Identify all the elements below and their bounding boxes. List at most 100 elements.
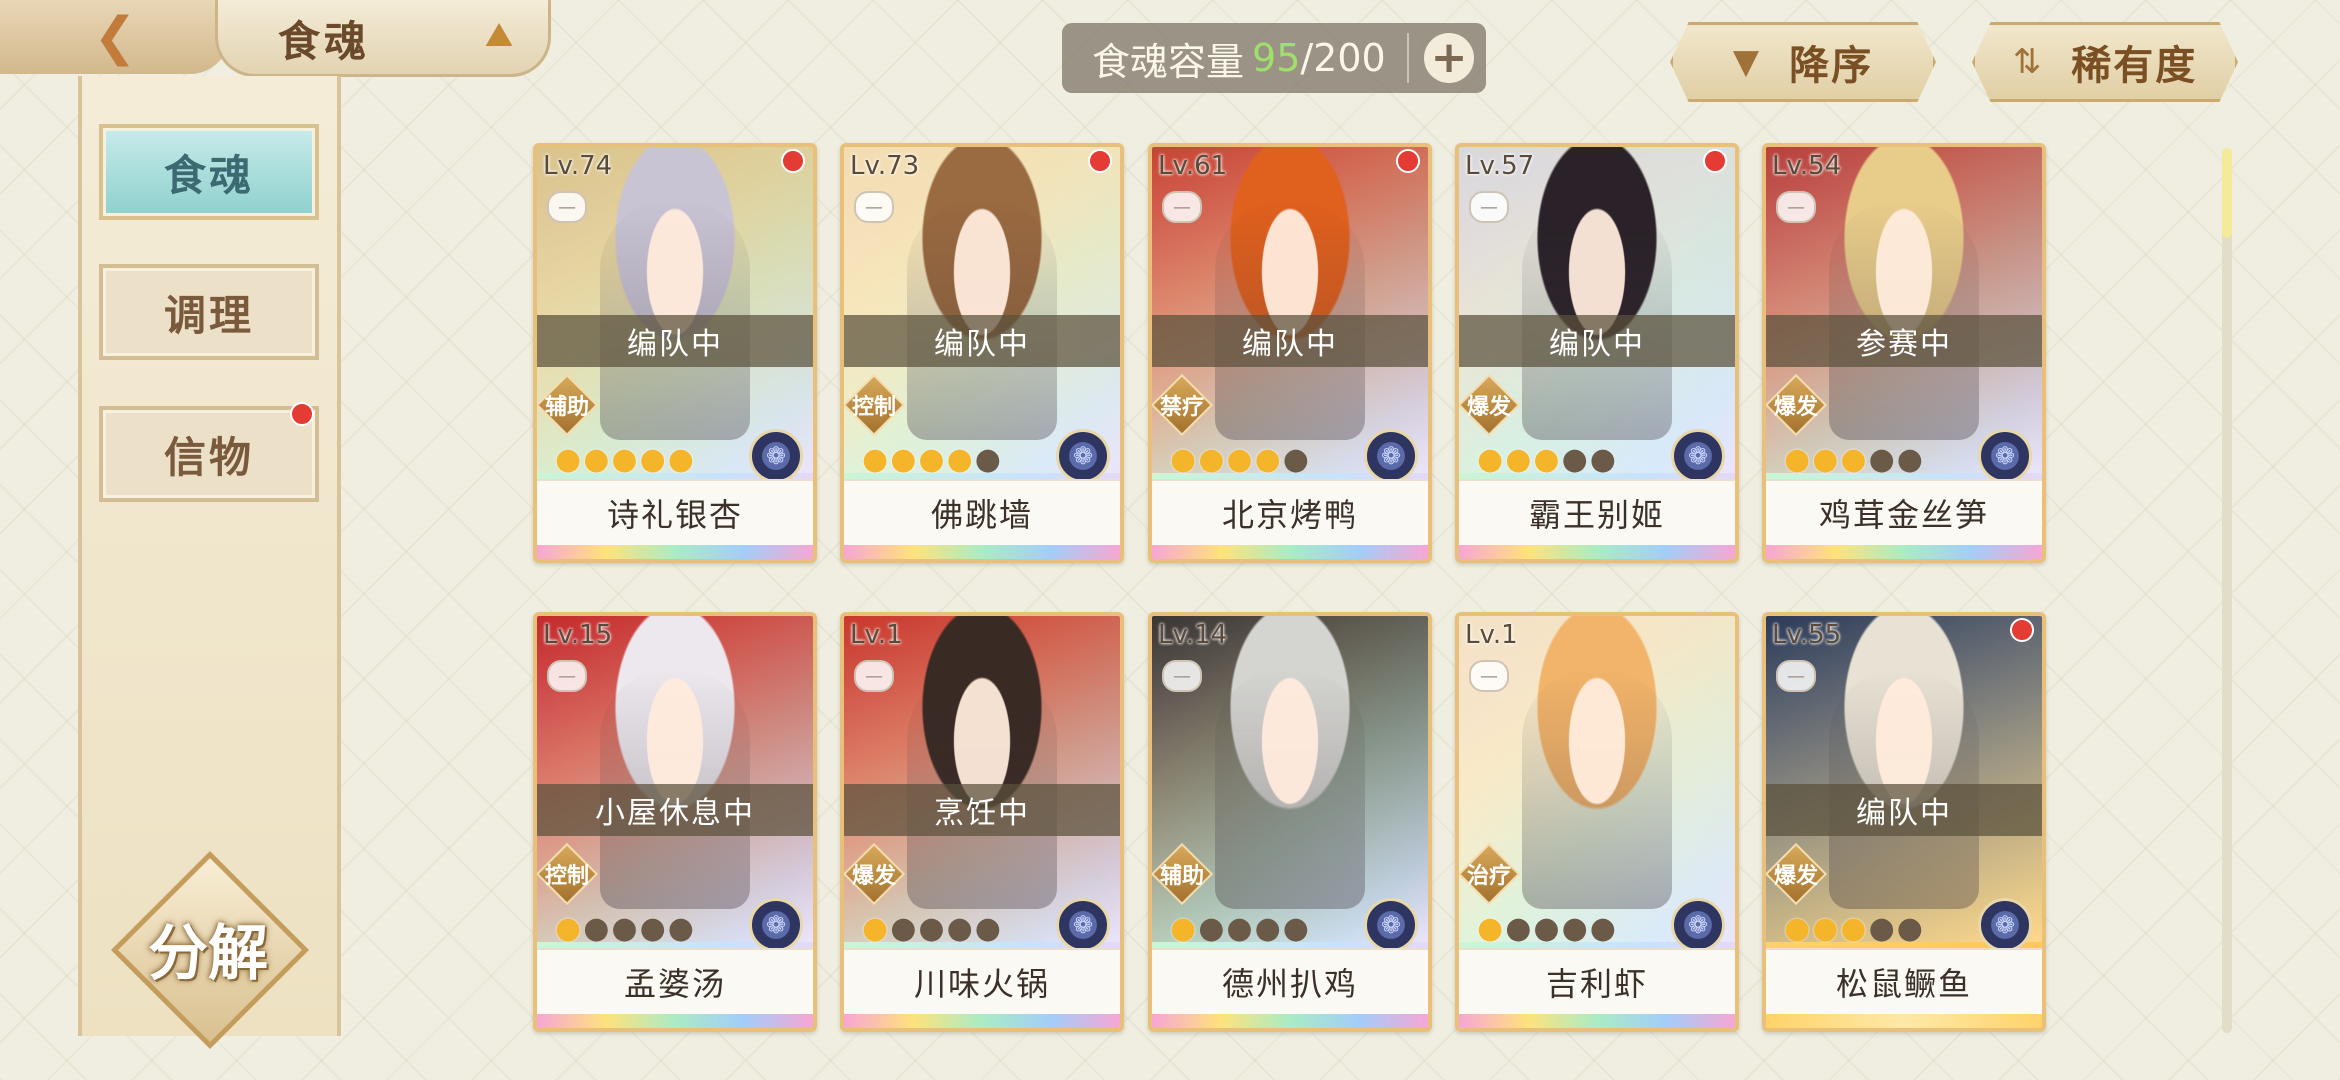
- star-rating: ● ● ● ● ●: [1170, 914, 1309, 944]
- add-capacity-button[interactable]: +: [1424, 33, 1474, 83]
- flame-star-empty-icon: ●: [1561, 442, 1588, 477]
- food-soul-card[interactable]: Lv.61— 编队中 禁疗 ● ● ● ● ● ❁ 北京烤鸭: [1148, 143, 1432, 563]
- flame-star-filled-icon: ●: [1198, 442, 1225, 477]
- flame-star-empty-icon: ●: [974, 442, 1001, 477]
- role-badge: 爆发: [1770, 848, 1822, 900]
- chat-bubble-icon[interactable]: —: [854, 660, 894, 692]
- back-button[interactable]: ❮: [0, 0, 230, 74]
- role-label: 禁疗: [1159, 395, 1204, 420]
- star-rating: ● ● ● ● ●: [1784, 914, 1923, 944]
- title-plate: 食魂 ⛰: [215, 0, 551, 77]
- notification-dot: [1703, 149, 1727, 173]
- food-soul-card[interactable]: Lv.74— 编队中 辅助 ● ● ● ● ● ❁ 诗礼银杏: [533, 143, 817, 563]
- tab-food-soul[interactable]: 食魂: [99, 124, 319, 220]
- flame-star-filled-icon: ●: [1533, 442, 1560, 477]
- chat-bubble-icon[interactable]: —: [1776, 191, 1816, 223]
- character-name: 孟婆汤: [537, 948, 813, 1014]
- sort-order-label: 降序: [1789, 43, 1874, 89]
- character-figure: [1522, 669, 1672, 909]
- chat-bubble-icon[interactable]: —: [1162, 191, 1202, 223]
- flame-star-empty-icon: ●: [1282, 442, 1309, 477]
- star-rating: ● ● ● ● ●: [1477, 914, 1616, 944]
- role-badge: 治疗: [1463, 848, 1515, 900]
- element-emblem-icon: ❁: [749, 898, 803, 952]
- element-emblem-icon: ❁: [1978, 898, 2032, 952]
- flame-star-empty-icon: ●: [1896, 442, 1923, 477]
- role-label: 爆发: [1773, 395, 1818, 420]
- flame-star-filled-icon: ●: [611, 442, 638, 477]
- flame-star-filled-icon: ●: [1477, 442, 1504, 477]
- flame-star-filled-icon: ●: [1812, 442, 1839, 477]
- tab-keepsake[interactable]: 信物: [99, 406, 319, 502]
- capacity-max: /200: [1300, 36, 1386, 80]
- flame-star-empty-icon: ●: [1226, 911, 1253, 946]
- flame-star-empty-icon: ●: [1561, 911, 1588, 946]
- flame-star-empty-icon: ●: [583, 911, 610, 946]
- food-soul-card[interactable]: Lv.73— 编队中 控制 ● ● ● ● ● ❁ 佛跳墙: [840, 143, 1124, 563]
- flame-star-filled-icon: ●: [1784, 911, 1811, 946]
- level-label: Lv.55: [1772, 620, 1842, 650]
- flame-star-filled-icon: ●: [667, 442, 694, 477]
- flame-star-filled-icon: ●: [1477, 911, 1504, 946]
- role-badge: 爆发: [1463, 379, 1515, 431]
- flame-star-filled-icon: ●: [1170, 442, 1197, 477]
- flame-star-empty-icon: ●: [1896, 911, 1923, 946]
- role-label: 爆发: [1773, 864, 1818, 889]
- chat-bubble-icon[interactable]: —: [547, 191, 587, 223]
- card-frame-base: [1152, 545, 1428, 559]
- food-soul-card[interactable]: Lv.54— 参赛中 爆发 ● ● ● ● ● ❁ 鸡茸金丝笋: [1762, 143, 2046, 563]
- flame-star-filled-icon: ●: [1170, 911, 1197, 946]
- element-emblem-icon: ❁: [749, 429, 803, 483]
- food-soul-card[interactable]: Lv.15— 小屋休息中 控制 ● ● ● ● ● ❁ 孟婆汤: [533, 612, 817, 1032]
- card-frame-base: [537, 1014, 813, 1028]
- card-frame-base: [1459, 1014, 1735, 1028]
- triangle-down-icon: ▼: [1732, 42, 1760, 82]
- chat-bubble-icon[interactable]: —: [547, 660, 587, 692]
- food-soul-card[interactable]: Lv.14— 辅助 ● ● ● ● ● ❁ 德州扒鸡: [1148, 612, 1432, 1032]
- level-label: Lv.1: [850, 620, 903, 650]
- notification-dot: [2010, 618, 2034, 642]
- chat-bubble-icon[interactable]: —: [854, 191, 894, 223]
- character-name: 诗礼银杏: [537, 479, 813, 545]
- pavilion-icon[interactable]: ⛰: [476, 12, 522, 58]
- scrollbar[interactable]: [2222, 148, 2232, 1033]
- food-soul-card[interactable]: Lv.1— 烹饪中 爆发 ● ● ● ● ● ❁ 川味火锅: [840, 612, 1124, 1032]
- star-rating: ● ● ● ● ●: [862, 914, 1001, 944]
- notification-dot: [290, 402, 314, 426]
- chat-bubble-icon[interactable]: —: [1469, 191, 1509, 223]
- flame-star-empty-icon: ●: [974, 911, 1001, 946]
- flame-star-filled-icon: ●: [1784, 442, 1811, 477]
- decompose-label: 分解: [148, 919, 268, 989]
- star-rating: ● ● ● ● ●: [1477, 445, 1616, 475]
- card-frame-base: [844, 1014, 1120, 1028]
- tab-conditioning[interactable]: 调理: [99, 264, 319, 360]
- level-label: Lv.57: [1465, 151, 1535, 181]
- food-soul-card[interactable]: Lv.55— 编队中 爆发 ● ● ● ● ● ❁ 松鼠鳜鱼: [1762, 612, 2046, 1032]
- flame-star-empty-icon: ●: [1868, 442, 1895, 477]
- capacity-current: 95: [1252, 36, 1301, 80]
- element-emblem-icon: ❁: [1056, 898, 1110, 952]
- element-emblem-icon: ❁: [1671, 429, 1725, 483]
- character-name: 霸王别姬: [1459, 479, 1735, 545]
- flame-star-filled-icon: ●: [946, 442, 973, 477]
- sort-field-button[interactable]: ⇅ 稀有度: [1972, 22, 2238, 102]
- chat-bubble-icon[interactable]: —: [1162, 660, 1202, 692]
- scrollbar-thumb[interactable]: [2222, 148, 2232, 238]
- status-banner: 编队中: [1766, 784, 2042, 836]
- status-banner: 烹饪中: [844, 784, 1120, 836]
- chat-bubble-icon[interactable]: —: [1776, 660, 1816, 692]
- food-soul-card[interactable]: Lv.57— 编队中 爆发 ● ● ● ● ● ❁ 霸王别姬: [1455, 143, 1739, 563]
- star-rating: ● ● ● ● ●: [862, 445, 1001, 475]
- flame-star-empty-icon: ●: [1505, 911, 1532, 946]
- role-label: 爆发: [1466, 395, 1511, 420]
- flame-star-filled-icon: ●: [918, 442, 945, 477]
- card-frame-base: [1766, 545, 2042, 559]
- flame-star-empty-icon: ●: [639, 911, 666, 946]
- sort-order-button[interactable]: ▼ 降序: [1670, 22, 1936, 102]
- role-badge: 辅助: [1156, 848, 1208, 900]
- role-badge: 辅助: [541, 379, 593, 431]
- card-frame-base: [844, 545, 1120, 559]
- chat-bubble-icon[interactable]: —: [1469, 660, 1509, 692]
- food-soul-card[interactable]: Lv.1— 治疗 ● ● ● ● ● ❁ 吉利虾: [1455, 612, 1739, 1032]
- flame-star-filled-icon: ●: [1812, 911, 1839, 946]
